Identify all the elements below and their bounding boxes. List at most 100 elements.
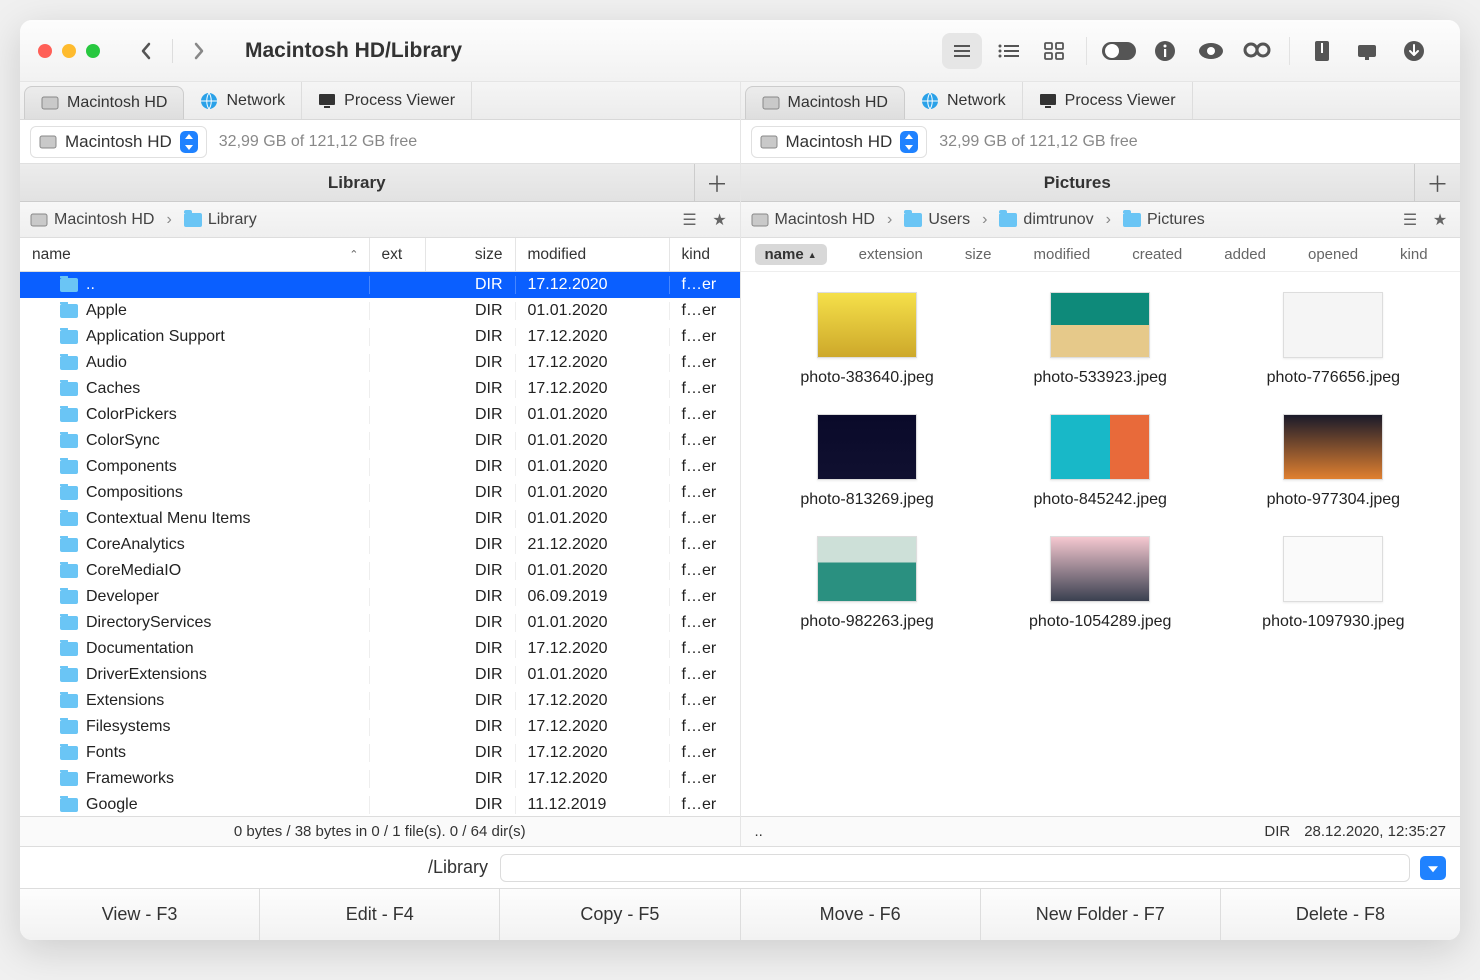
- table-row[interactable]: DeveloperDIR06.09.2019f…er: [20, 584, 740, 610]
- tab-network[interactable]: Network: [184, 82, 302, 119]
- file-size: DIR: [426, 666, 516, 684]
- view-button[interactable]: View - F3: [20, 889, 260, 940]
- tab-process-viewer[interactable]: Process Viewer: [302, 82, 472, 119]
- left-file-list[interactable]: ..DIR17.12.2020f…erAppleDIR01.01.2020f…e…: [20, 272, 740, 816]
- drive-selector[interactable]: Macintosh HD: [751, 126, 928, 158]
- view-columns-icon[interactable]: [988, 33, 1028, 69]
- grid-item[interactable]: photo-813269.jpeg: [751, 414, 984, 510]
- grid-item[interactable]: photo-776656.jpeg: [1217, 292, 1450, 388]
- list-mode-icon[interactable]: ☰: [680, 210, 700, 230]
- command-input[interactable]: [500, 854, 1410, 882]
- sort-extension[interactable]: extension: [849, 244, 933, 265]
- file-modified: 17.12.2020: [516, 692, 670, 710]
- table-row[interactable]: CoreMediaIODIR01.01.2020f…er: [20, 558, 740, 584]
- view-list-icon[interactable]: [942, 33, 982, 69]
- grid-item[interactable]: photo-1054289.jpeg: [984, 536, 1217, 632]
- file-name: Apple: [86, 302, 127, 320]
- file-name: photo-383640.jpeg: [800, 368, 933, 388]
- tab-macintosh-hd[interactable]: Macintosh HD: [745, 86, 905, 119]
- free-space: 32,99 GB of 121,12 GB free: [939, 133, 1137, 151]
- edit-button[interactable]: Edit - F4: [260, 889, 500, 940]
- forward-button[interactable]: [179, 33, 219, 69]
- sort-kind[interactable]: kind: [1390, 244, 1438, 265]
- tab-macintosh-hd[interactable]: Macintosh HD: [24, 86, 184, 119]
- sort-name[interactable]: name▲: [755, 244, 827, 265]
- table-row[interactable]: Contextual Menu ItemsDIR01.01.2020f…er: [20, 506, 740, 532]
- table-row[interactable]: CompositionsDIR01.01.2020f…er: [20, 480, 740, 506]
- col-ext[interactable]: ext: [370, 238, 426, 271]
- view-icons-icon[interactable]: [1034, 33, 1074, 69]
- new-tab-button[interactable]: ＋: [694, 164, 740, 201]
- file-size: DIR: [426, 770, 516, 788]
- table-row[interactable]: FilesystemsDIR17.12.2020f…er: [20, 714, 740, 740]
- table-row[interactable]: CachesDIR17.12.2020f…er: [20, 376, 740, 402]
- table-row[interactable]: DriverExtensionsDIR01.01.2020f…er: [20, 662, 740, 688]
- grid-item[interactable]: photo-977304.jpeg: [1217, 414, 1450, 510]
- table-row[interactable]: FontsDIR17.12.2020f…er: [20, 740, 740, 766]
- back-button[interactable]: [126, 33, 166, 69]
- grid-item[interactable]: photo-845242.jpeg: [984, 414, 1217, 510]
- quicklook-icon[interactable]: [1191, 33, 1231, 69]
- new-folder-button[interactable]: New Folder - F7: [981, 889, 1221, 940]
- favorite-icon[interactable]: ★: [1430, 210, 1450, 230]
- table-row[interactable]: ..DIR17.12.2020f…er: [20, 272, 740, 298]
- breadcrumb-item[interactable]: dimtrunov: [999, 211, 1093, 229]
- breadcrumb-item[interactable]: Macintosh HD: [30, 211, 154, 229]
- favorite-icon[interactable]: ★: [710, 210, 730, 230]
- grid-item[interactable]: photo-383640.jpeg: [751, 292, 984, 388]
- table-row[interactable]: CoreAnalyticsDIR21.12.2020f…er: [20, 532, 740, 558]
- breadcrumb-item[interactable]: Users: [904, 211, 970, 229]
- file-name: photo-776656.jpeg: [1267, 368, 1400, 388]
- minimize-button[interactable]: [62, 44, 76, 58]
- table-row[interactable]: AppleDIR01.01.2020f…er: [20, 298, 740, 324]
- list-mode-icon[interactable]: ☰: [1400, 210, 1420, 230]
- folder-icon: [60, 564, 78, 578]
- file-size: DIR: [426, 692, 516, 710]
- toggle-hidden-icon[interactable]: [1099, 33, 1139, 69]
- thumbnail: [817, 536, 917, 602]
- share-icon[interactable]: [1348, 33, 1388, 69]
- table-row[interactable]: ColorPickersDIR01.01.2020f…er: [20, 402, 740, 428]
- command-history-button[interactable]: [1420, 856, 1446, 880]
- col-size[interactable]: size: [426, 238, 516, 271]
- table-row[interactable]: ComponentsDIR01.01.2020f…er: [20, 454, 740, 480]
- grid-item[interactable]: photo-1097930.jpeg: [1217, 536, 1450, 632]
- table-row[interactable]: GoogleDIR11.12.2019f…er: [20, 792, 740, 816]
- table-row[interactable]: ColorSyncDIR01.01.2020f…er: [20, 428, 740, 454]
- move-button[interactable]: Move - F6: [741, 889, 981, 940]
- table-row[interactable]: ExtensionsDIR17.12.2020f…er: [20, 688, 740, 714]
- info-icon[interactable]: [1145, 33, 1185, 69]
- download-icon[interactable]: [1394, 33, 1434, 69]
- breadcrumb-item[interactable]: Library: [184, 211, 257, 229]
- table-row[interactable]: FrameworksDIR17.12.2020f…er: [20, 766, 740, 792]
- col-kind[interactable]: kind: [670, 238, 740, 271]
- tab-process-viewer[interactable]: Process Viewer: [1023, 82, 1193, 119]
- col-name[interactable]: name⌃: [20, 238, 370, 271]
- sort-asc-icon: ⌃: [349, 248, 358, 261]
- table-row[interactable]: DirectoryServicesDIR01.01.2020f…er: [20, 610, 740, 636]
- right-icon-grid[interactable]: photo-383640.jpegphoto-533923.jpegphoto-…: [741, 272, 1461, 816]
- archive-icon[interactable]: [1302, 33, 1342, 69]
- table-row[interactable]: DocumentationDIR17.12.2020f…er: [20, 636, 740, 662]
- grid-item[interactable]: photo-533923.jpeg: [984, 292, 1217, 388]
- copy-button[interactable]: Copy - F5: [500, 889, 740, 940]
- table-row[interactable]: Application SupportDIR17.12.2020f…er: [20, 324, 740, 350]
- breadcrumb-item[interactable]: Pictures: [1123, 211, 1205, 229]
- search-icon[interactable]: [1237, 33, 1277, 69]
- sort-created[interactable]: created: [1122, 244, 1192, 265]
- file-kind: f…er: [670, 484, 740, 502]
- sort-size[interactable]: size: [955, 244, 1002, 265]
- sort-opened[interactable]: opened: [1298, 244, 1368, 265]
- delete-button[interactable]: Delete - F8: [1221, 889, 1460, 940]
- sort-modified[interactable]: modified: [1024, 244, 1101, 265]
- drive-selector[interactable]: Macintosh HD: [30, 126, 207, 158]
- zoom-button[interactable]: [86, 44, 100, 58]
- col-modified[interactable]: modified: [516, 238, 670, 271]
- grid-item[interactable]: photo-982263.jpeg: [751, 536, 984, 632]
- breadcrumb-item[interactable]: Macintosh HD: [751, 211, 875, 229]
- table-row[interactable]: AudioDIR17.12.2020f…er: [20, 350, 740, 376]
- tab-network[interactable]: Network: [905, 82, 1023, 119]
- close-button[interactable]: [38, 44, 52, 58]
- sort-added[interactable]: added: [1214, 244, 1276, 265]
- new-tab-button[interactable]: ＋: [1414, 164, 1460, 201]
